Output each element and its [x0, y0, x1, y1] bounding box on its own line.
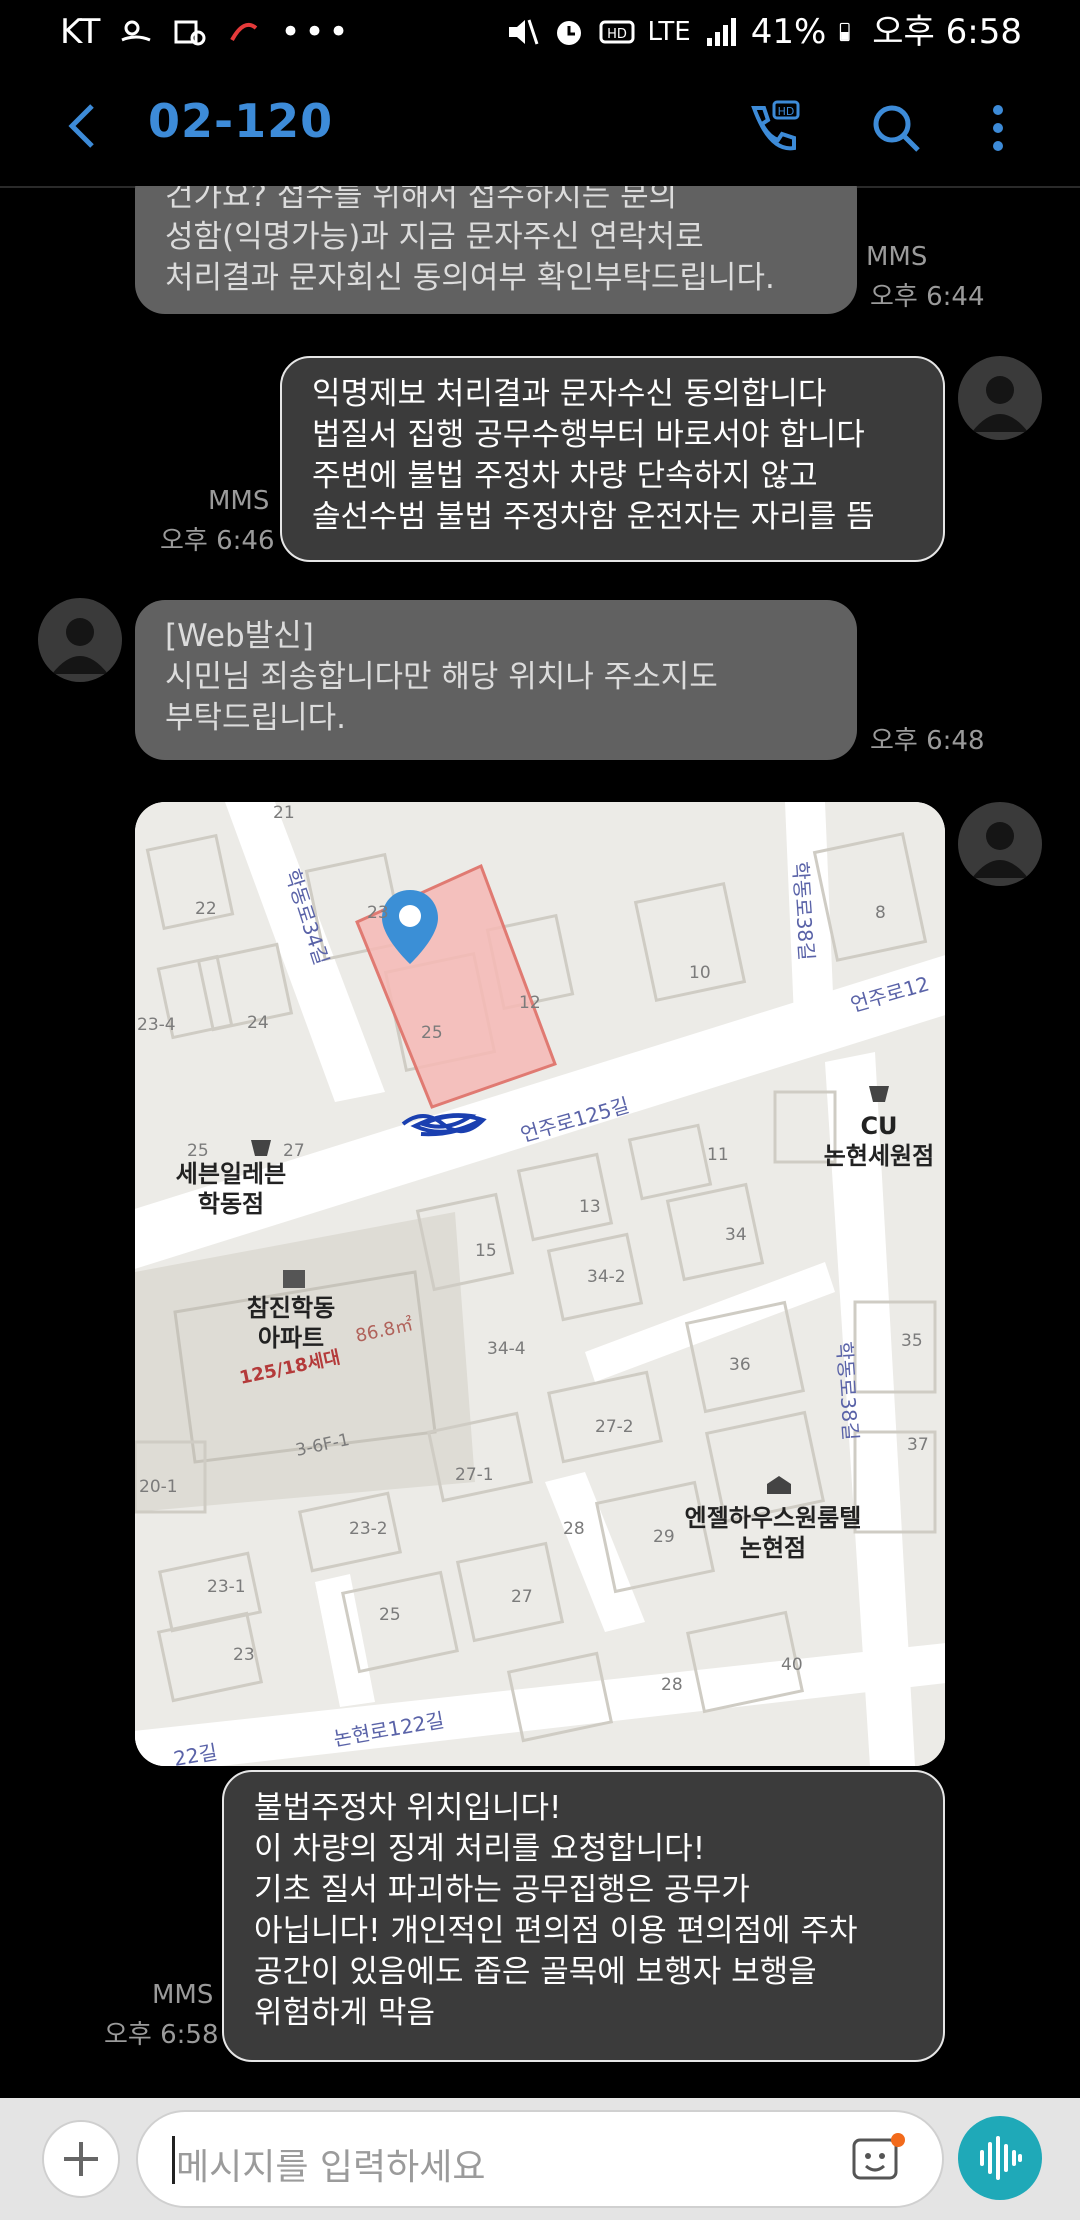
compose-bar: 메시지를 입력하세요 [0, 2098, 1080, 2220]
map-lot-label: 27-2 [595, 1417, 634, 1437]
attach-button[interactable] [42, 2120, 120, 2198]
weather-icon [121, 20, 152, 42]
signal-icon [706, 18, 736, 46]
text-cursor [172, 2136, 175, 2184]
apartment-icon [283, 1270, 305, 1288]
map-lot-label: 25 [187, 1141, 209, 1161]
plus-icon [64, 2142, 98, 2176]
map-lot-label: 36 [729, 1355, 751, 1375]
map-lot-label: 11 [707, 1145, 729, 1165]
message-time: 오후 6:58 [104, 2020, 219, 2050]
map-lot-label: 20-1 [139, 1477, 178, 1497]
voice-input-button[interactable] [958, 2116, 1042, 2200]
message-type: MMS [152, 1980, 214, 2010]
sticker-icon[interactable] [850, 2132, 906, 2184]
message-type: MMS [866, 242, 928, 272]
search-icon[interactable] [868, 100, 924, 156]
map-lot-label: 24 [247, 1013, 269, 1033]
message-bubble-outgoing[interactable]: 익명제보 처리결과 문자수신 동의합니다 법질서 집행 공무수행부터 바로서야 … [280, 356, 945, 562]
poi-angel-line1: 엔젤하우스원룸텔 [685, 1504, 862, 1532]
map-lot-label: 27 [511, 1587, 533, 1607]
map-lot-label: 10 [689, 963, 711, 983]
more-options-icon[interactable] [972, 100, 1024, 156]
message-bubble-incoming[interactable]: 건가요? 접수를 위해서 접수하시는 분의 성함(익명가능)과 지금 문자주신 … [135, 186, 857, 314]
map-image: 학동로34길 학동로38길 언주로12 언주로125길 학동로38길 논현로12… [135, 802, 945, 1766]
message-time: 오후 6:46 [160, 526, 275, 556]
message-input[interactable]: 메시지를 입력하세요 [136, 2110, 944, 2208]
map-lot-label: 13 [579, 1197, 601, 1217]
avatar[interactable] [958, 356, 1042, 440]
back-icon[interactable] [62, 100, 102, 152]
poi-7eleven-line1: 세븐일레븐 [176, 1160, 286, 1188]
svg-text:HD: HD [608, 27, 628, 42]
map-lot-label: 27-1 [455, 1465, 494, 1485]
avatar[interactable] [958, 802, 1042, 886]
avatar-icon [52, 618, 108, 674]
map-lot-label: 37 [907, 1435, 929, 1455]
alarm-icon [557, 21, 582, 45]
message-bubble-incoming[interactable]: [Web발신] 시민님 죄송합니다만 해당 위치나 주소지도 부탁드립니다. [135, 600, 857, 760]
map-lot-label: 25 [421, 1023, 443, 1043]
poi-7eleven-line2: 학동점 [198, 1190, 264, 1218]
more-notifications-icon: ••• [280, 12, 353, 52]
status-bar: KT ••• HD LTE 41% 오후 6:58 [0, 0, 1080, 64]
map-lot-label: 15 [475, 1241, 497, 1261]
network-type: LTE [647, 17, 691, 47]
map-lot-label: 27 [283, 1141, 305, 1161]
mute-icon [509, 19, 539, 45]
map-lot-label: 40 [781, 1655, 803, 1675]
map-lot-label: 12 [519, 993, 541, 1013]
avatar-icon [972, 376, 1028, 432]
map-lot-label: 23 [367, 903, 389, 923]
map-lot-label: 23-2 [349, 1519, 388, 1539]
map-lot-label: 23 [233, 1645, 255, 1665]
clock: 오후 6:58 [872, 12, 1022, 52]
poi-apt-line2: 아파트 [258, 1324, 324, 1352]
map-lot-label: 28 [661, 1675, 683, 1695]
poi-angel-line2: 논현점 [740, 1534, 806, 1562]
map-lot-label: 8 [875, 903, 886, 923]
hd-call-icon[interactable]: HD [744, 100, 800, 156]
svg-text:HD: HD [778, 105, 795, 118]
poi-apt-line1: 참진학동 [247, 1294, 335, 1322]
battery-icon [840, 22, 850, 42]
map-lot-label: 22 [195, 899, 217, 919]
map-lot-label: 35 [901, 1331, 923, 1351]
map-image-attachment[interactable]: 학동로34길 학동로38길 언주로12 언주로125길 학동로38길 논현로12… [135, 802, 945, 1766]
map-lot-label: 34 [725, 1225, 747, 1245]
poi-cu-line2: 논현세원점 [824, 1142, 934, 1170]
poi-cu-line1: CU [860, 1112, 897, 1140]
map-lot-label: 29 [653, 1527, 675, 1547]
waveform-icon [980, 2136, 1022, 2180]
map-lot-label: 34-4 [487, 1339, 526, 1359]
message-time: 오후 6:48 [870, 726, 985, 756]
message-type: MMS [208, 486, 270, 516]
map-lot-label: 34-2 [587, 1267, 626, 1287]
map-lot-label: 28 [563, 1519, 585, 1539]
battery-percent: 41% [750, 12, 827, 52]
conversation-header: 02-120 HD [0, 64, 1080, 188]
message-bubble-outgoing[interactable]: 불법주정차 위치입니다! 이 차량의 징계 처리를 요청합니다! 기초 질서 파… [222, 1770, 945, 2062]
hd-voice-icon: HD [599, 20, 635, 44]
app-notification-icon [230, 23, 258, 41]
map-lot-label: 21 [273, 803, 295, 823]
map-lot-label: 25 [379, 1605, 401, 1625]
map-lot-label: 23-1 [207, 1577, 246, 1597]
map-lot-label: 23-4 [137, 1015, 176, 1035]
contact-title[interactable]: 02-120 [148, 94, 333, 148]
message-input-placeholder: 메시지를 입력하세요 [176, 2147, 486, 2188]
message-time: 오후 6:44 [870, 282, 985, 312]
message-list[interactable]: 건가요? 접수를 위해서 접수하시는 분의 성함(익명가능)과 지금 문자주신 … [0, 186, 1080, 2098]
avatar[interactable] [38, 598, 122, 682]
carrier-label: KT [60, 12, 101, 52]
avatar-icon [972, 822, 1028, 878]
data-saver-icon [174, 20, 206, 46]
